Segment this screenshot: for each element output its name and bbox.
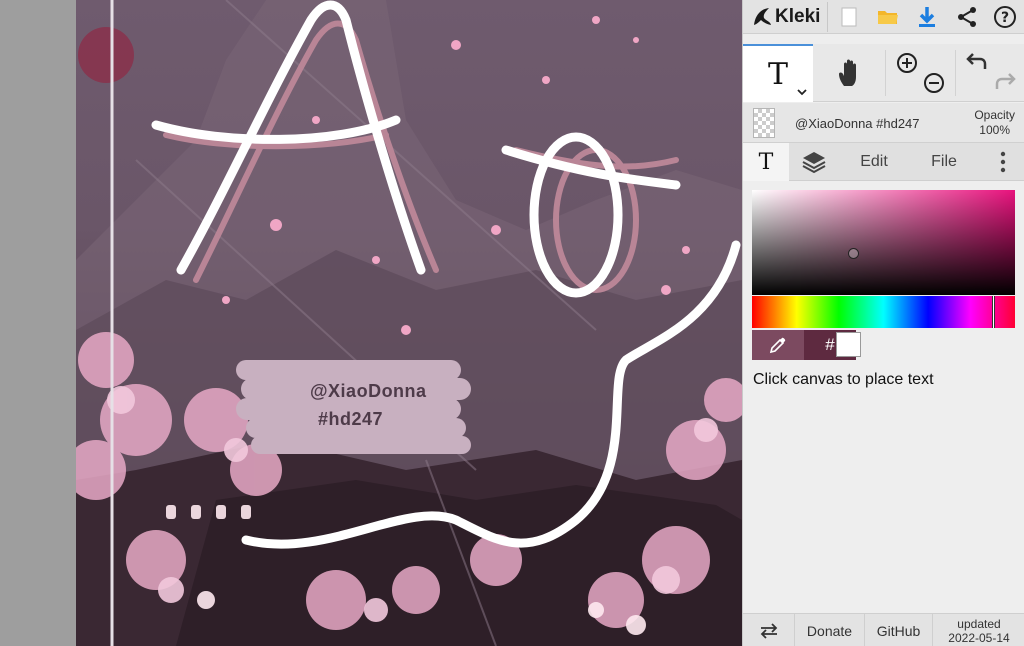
opacity-value: 100% bbox=[979, 123, 1010, 137]
open-folder-icon bbox=[878, 11, 898, 24]
side-panel: Kleki ? T @XiaoDonna #hd247 Opacity 100%… bbox=[742, 0, 1024, 646]
layer-name: @XiaoDonna #hd247 bbox=[795, 116, 920, 131]
help-icon: ? bbox=[994, 6, 1016, 28]
swap-arrows-icon bbox=[760, 622, 777, 639]
more-vertical-icon bbox=[1000, 151, 1006, 173]
canvas-watermark-line1: @XiaoDonna bbox=[310, 381, 427, 401]
open-file-button[interactable] bbox=[874, 3, 902, 31]
app-name: Kleki bbox=[775, 6, 821, 27]
zoom-out-icon[interactable] bbox=[922, 71, 946, 95]
history-buttons bbox=[957, 44, 1024, 102]
layer-row[interactable]: @XiaoDonna #hd247 Opacity 100% bbox=[743, 103, 1024, 143]
tool-row: T bbox=[743, 44, 1024, 102]
swap-side-button[interactable] bbox=[743, 614, 795, 646]
undo-icon[interactable] bbox=[965, 51, 989, 73]
opacity-label: Opacity bbox=[974, 108, 1015, 122]
saturation-value-picker[interactable] bbox=[752, 190, 1015, 295]
help-button[interactable]: ? bbox=[991, 3, 1019, 31]
zoom-in-icon[interactable] bbox=[895, 51, 919, 75]
divider bbox=[885, 50, 886, 96]
updated-label: updated bbox=[957, 616, 1001, 631]
drawing-canvas[interactable]: @XiaoDonna #hd247 bbox=[76, 0, 742, 646]
svg-text:?: ? bbox=[1001, 10, 1009, 26]
hand-tool-icon bbox=[839, 59, 856, 86]
secondary-color-swatch[interactable] bbox=[836, 332, 861, 357]
share-icon bbox=[958, 7, 976, 27]
layer-opacity[interactable]: Opacity 100% bbox=[974, 108, 1015, 138]
tab-file[interactable]: File bbox=[909, 143, 979, 181]
new-image-icon bbox=[841, 7, 857, 27]
share-button[interactable] bbox=[953, 3, 981, 31]
bottom-bar: Donate GitHub updated 2022-05-14 bbox=[743, 613, 1024, 646]
more-menu-button[interactable] bbox=[983, 143, 1023, 181]
tab-layers[interactable] bbox=[789, 143, 839, 181]
eyedropper-icon bbox=[769, 337, 786, 354]
tab-row: T Edit File bbox=[743, 143, 1024, 181]
text-tool-icon: T bbox=[767, 56, 788, 92]
chevron-down-icon[interactable] bbox=[797, 88, 807, 96]
app-logo[interactable]: Kleki bbox=[751, 4, 820, 30]
kleki-logo-icon bbox=[754, 8, 771, 25]
divider bbox=[827, 2, 828, 32]
changelog-link[interactable]: updated 2022-05-14 bbox=[933, 614, 1024, 646]
hue-slider-handle[interactable] bbox=[992, 296, 995, 328]
text-tool-button[interactable]: T bbox=[743, 44, 813, 102]
text-tab-icon: T bbox=[758, 149, 774, 175]
tool-hint: Click canvas to place text bbox=[753, 371, 934, 388]
download-icon bbox=[919, 7, 935, 27]
top-bar: Kleki ? bbox=[743, 0, 1024, 34]
tab-text[interactable]: T bbox=[743, 143, 789, 181]
tab-edit[interactable]: Edit bbox=[839, 143, 909, 181]
canvas-watermark-line2: #hd247 bbox=[318, 409, 384, 429]
hand-tool-button[interactable] bbox=[815, 44, 885, 102]
download-button[interactable] bbox=[913, 3, 941, 31]
layers-icon bbox=[802, 152, 826, 174]
color-picker-cursor[interactable] bbox=[848, 248, 859, 259]
layer-thumbnail[interactable] bbox=[753, 108, 775, 138]
hue-slider[interactable] bbox=[752, 296, 1015, 328]
redo-icon[interactable] bbox=[993, 71, 1017, 93]
updated-date: 2022-05-14 bbox=[948, 630, 1010, 645]
canvas-artwork bbox=[76, 0, 742, 646]
divider bbox=[955, 50, 956, 96]
github-link[interactable]: GitHub bbox=[865, 614, 933, 646]
zoom-buttons bbox=[888, 44, 953, 102]
donate-link[interactable]: Donate bbox=[795, 614, 865, 646]
eyedropper-button[interactable] bbox=[752, 330, 804, 360]
new-image-button[interactable] bbox=[835, 3, 863, 31]
